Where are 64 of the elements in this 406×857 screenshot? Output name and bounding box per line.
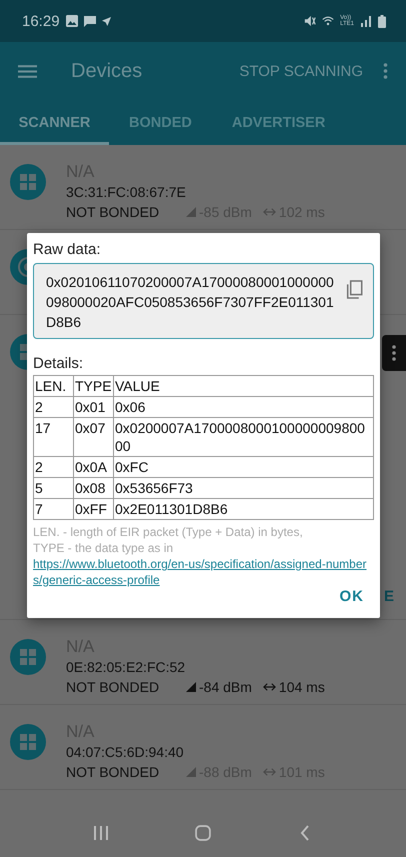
table-cell: 2 [34,456,74,478]
double-arrow-icon [262,682,276,692]
wifi-icon [322,15,334,27]
raw-data-field[interactable]: 0x02010611070200007A17000080001000000098000020AFC050853656F7307FF2E011301D8B6 [33,263,374,339]
image-icon [66,15,78,27]
tab[interactable]: BONDED [109,100,212,145]
copy-icon[interactable] [346,280,363,299]
table-cell: 0x53656F73 [114,478,374,498]
column-header: LEN. [34,376,74,396]
column-header: VALUE [114,376,374,396]
stop-scanning-button[interactable]: STOP SCANNING [239,62,363,80]
device-icon [10,724,46,760]
advertising-interval: 104 ms [278,678,325,697]
device-address: 0E:82:05:E2:FC:52 [66,658,186,677]
table-cell: 17 [34,418,74,456]
bond-state: NOT BONDED [66,763,160,782]
device-icon [10,639,46,675]
battery-icon [378,14,386,28]
menu-icon[interactable] [18,64,37,78]
more-options-icon[interactable] [383,63,388,79]
table-cell: 0x01 [74,396,114,418]
tab[interactable]: SCANNER [0,100,109,145]
double-arrow-icon [262,767,276,777]
table-cell: 0x07 [74,418,114,456]
table-cell: 0x0A [74,456,114,478]
table-cell: 0x2E011301D8B6 [114,498,374,520]
table-cell: 0x0200007A170000800010000000980000 [114,418,374,456]
signal-strength-icon [186,682,196,692]
device-icon [10,164,46,200]
table-cell: 7 [34,498,74,520]
device-address: 3C:31:FC:08:67:7E [66,183,187,202]
raw-data-value: 0x02010611070200007A17000080001000000098000020AFC050853656F7307FF2E011301D8B6 [46,273,335,332]
details-label: Details: [33,355,84,373]
device-address: 04:07:C5:6D:94:40 [66,743,185,762]
action-button[interactable]: E [384,588,394,605]
signal-strength: -84 dBm [199,678,252,697]
message-icon [84,15,96,27]
clock-time: 16:29 [22,12,60,30]
table-cell: 0xFF [74,498,114,520]
screen-title: Devices [71,60,144,82]
table-cell: 0xFC [114,456,374,478]
column-header: TYPE [74,376,114,396]
bond-state: NOT BONDED [66,678,160,697]
table-cell: 0x06 [114,396,374,418]
recent-apps-icon[interactable] [93,824,109,840]
home-icon[interactable] [195,824,211,840]
ok-button[interactable]: OK [330,588,374,605]
signal-bars-icon [360,15,372,27]
signal-strength-icon [186,767,196,777]
double-arrow-icon [262,207,276,217]
bond-state: NOT BONDED [66,203,160,222]
raw-data-label: Raw data: [33,241,102,259]
signal-strength-icon [186,207,196,217]
specification-link[interactable]: https://www.bluetooth.org/en-us/specification/assigned-numbers/generic-access-profile [33,556,374,588]
table-cell: 5 [34,478,74,498]
overflow-menu-button[interactable] [382,335,406,371]
table-cell: 2 [34,396,74,418]
legend-text: LEN. - length of EIR packet (Type + Data) in bytes, [33,524,304,540]
mute-icon [304,15,316,27]
table-cell: 0x08 [74,478,114,498]
tab[interactable]: ADVERTISER [212,100,346,145]
more-options-icon [392,345,396,361]
legend-text: TYPE - the data type as in https://www.bluetooth.org/en-us/specification/assigned-numbers/generic-access-profile [33,540,374,588]
navigation-arrow-icon [102,16,111,26]
